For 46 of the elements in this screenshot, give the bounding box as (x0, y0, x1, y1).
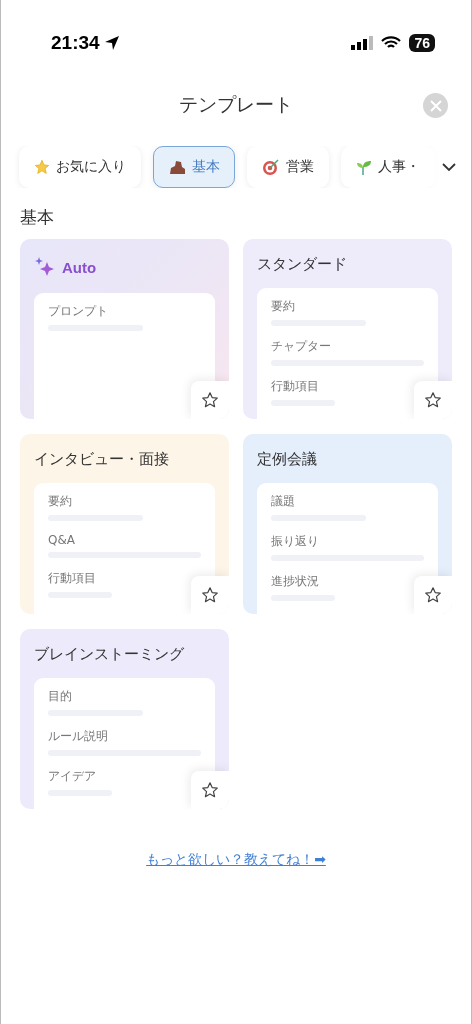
star-icon (201, 781, 219, 799)
star-icon (201, 586, 219, 604)
field-label: 進捗状況 (271, 573, 320, 590)
field-label: ルール説明 (48, 728, 109, 745)
card-title: スタンダード (257, 255, 347, 274)
card-title: 定例会議 (257, 450, 317, 469)
category-tab[interactable]: 基本 (153, 146, 235, 188)
card-title: インタビュー・面接 (34, 450, 169, 469)
field-label: 要約 (48, 493, 73, 510)
star-icon (424, 586, 442, 604)
wifi-icon (381, 36, 402, 50)
field-label: チャプター (271, 338, 332, 355)
battery-level: 76 (409, 34, 435, 52)
field-label: 議題 (271, 493, 296, 510)
sprout-icon (356, 159, 372, 175)
star-icon (34, 159, 50, 175)
template-card[interactable]: ブレインストーミング 目的 ルール説明 アイデア (20, 629, 229, 809)
section-heading: 基本 (19, 206, 55, 229)
card-title: Auto (62, 258, 97, 276)
field-label: 目的 (48, 688, 73, 705)
template-card[interactable]: Auto プロンプト (20, 239, 229, 419)
sparkle-icon (34, 256, 56, 278)
chevron-down-icon (442, 162, 456, 172)
field-label: 行動項目 (271, 378, 320, 395)
field-label: 行動項目 (48, 570, 97, 587)
field-label: プロンプト (48, 303, 109, 320)
category-tab[interactable]: 営業 (247, 146, 329, 188)
signal-icon (351, 36, 374, 50)
template-card[interactable]: スタンダード 要約 チャプター 行動項目 (243, 239, 452, 419)
field-label: Q&A (48, 533, 76, 547)
location-arrow-icon (103, 35, 120, 51)
template-card[interactable]: 定例会議 議題 振り返り 進捗状況 (243, 434, 452, 614)
page-title: テンプレート (179, 92, 293, 117)
field-label: 要約 (271, 298, 296, 315)
clock-time: 21:34 (51, 32, 100, 54)
template-card[interactable]: インタビュー・面接 要約 Q&A 行動項目 (20, 434, 229, 614)
target-icon (262, 158, 280, 176)
star-icon (424, 391, 442, 409)
rock-icon (168, 159, 186, 175)
field-label: アイデア (48, 768, 97, 785)
category-tab[interactable]: お気に入り (19, 146, 141, 188)
star-icon (201, 391, 219, 409)
field-label: 振り返り (271, 533, 320, 550)
card-title: ブレインストーミング (34, 645, 184, 664)
close-icon (429, 99, 442, 112)
feedback-link[interactable]: もっと欲しい？教えてね！➡ (146, 851, 326, 869)
